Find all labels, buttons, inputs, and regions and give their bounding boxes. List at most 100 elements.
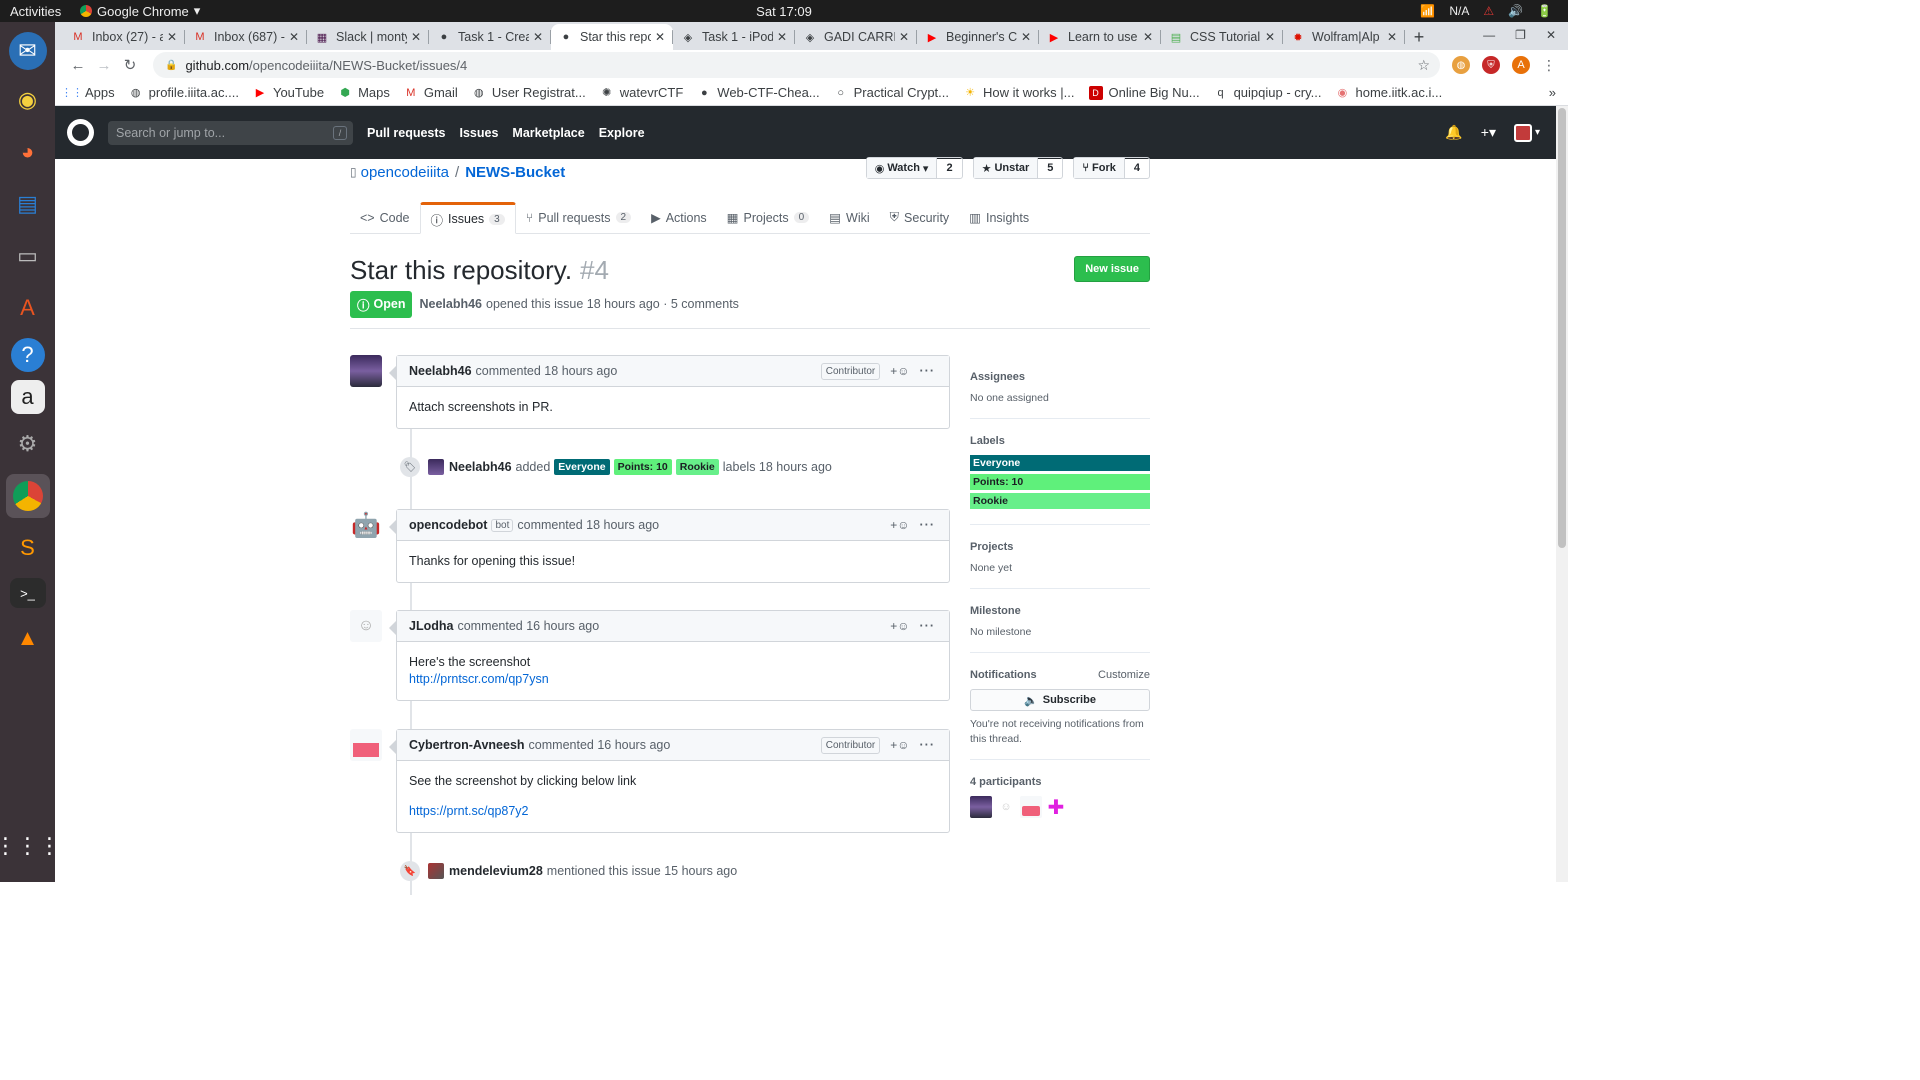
activities-button[interactable]: Activities bbox=[0, 4, 80, 19]
comment-author[interactable]: Neelabh46 bbox=[409, 364, 472, 378]
assignees-heading[interactable]: Assignees bbox=[970, 371, 1150, 383]
bookmark-apps[interactable]: ⋮⋮ Apps bbox=[61, 85, 115, 100]
github-logo-icon[interactable] bbox=[67, 119, 94, 146]
battery-icon[interactable]: 🔋 bbox=[1537, 4, 1552, 18]
projects-heading[interactable]: Projects bbox=[970, 541, 1150, 553]
more-options-icon[interactable]: ··· bbox=[920, 518, 936, 532]
profile-avatar[interactable]: A bbox=[1512, 56, 1530, 74]
tab-actions[interactable]: ▶ Actions bbox=[641, 202, 717, 233]
bookmark-watevrctf[interactable]: ✺ watevrCTF bbox=[600, 85, 683, 100]
writer-icon[interactable]: ▤ bbox=[6, 182, 50, 226]
chrome-icon[interactable] bbox=[5, 474, 50, 518]
tab-insights[interactable]: ▥ Insights bbox=[959, 202, 1039, 233]
user-menu[interactable]: ▾ bbox=[1513, 123, 1540, 142]
close-icon[interactable]: ✕ bbox=[167, 30, 177, 44]
screenshot-link[interactable]: https://prnt.sc/qp87y2 bbox=[409, 804, 529, 818]
tab-youtube-learn[interactable]: ▶ Learn to use ✕ bbox=[1039, 24, 1161, 50]
amazon-icon[interactable]: a bbox=[10, 380, 45, 414]
comment-time[interactable]: commented 16 hours ago bbox=[457, 619, 599, 633]
search-input[interactable]: Search or jump to... / bbox=[108, 120, 353, 145]
software-icon[interactable]: A bbox=[6, 286, 50, 330]
tab-security[interactable]: ⛨ Security bbox=[880, 202, 960, 233]
nav-issues[interactable]: Issues bbox=[460, 126, 499, 140]
avatar[interactable]: ✚ bbox=[1045, 796, 1067, 819]
forward-icon[interactable]: → bbox=[91, 57, 117, 74]
label-points-10[interactable]: Points: 10 bbox=[970, 474, 1150, 490]
more-options-icon[interactable]: ··· bbox=[920, 364, 936, 378]
tab-task-1[interactable]: ● Task 1 - Crea ✕ bbox=[429, 24, 551, 50]
subscribe-button[interactable]: 🔈 Subscribe bbox=[970, 689, 1150, 711]
close-icon[interactable]: ✕ bbox=[777, 30, 787, 44]
tab-youtube-beginners[interactable]: ▶ Beginner's C ✕ bbox=[917, 24, 1039, 50]
avatar[interactable] bbox=[970, 796, 992, 818]
help-icon[interactable]: ? bbox=[10, 338, 45, 372]
fork-button[interactable]: ⑂ Fork bbox=[1074, 158, 1125, 178]
lock-icon[interactable]: 🔒 bbox=[165, 60, 177, 71]
label-points-10[interactable]: Points: 10 bbox=[613, 459, 672, 475]
avatar[interactable]: ☺ bbox=[350, 610, 382, 642]
minimize-icon[interactable]: ― bbox=[1483, 28, 1495, 42]
shield-extension-icon[interactable]: ⛨ bbox=[1482, 56, 1500, 74]
milestone-heading[interactable]: Milestone bbox=[970, 605, 1150, 617]
avatar[interactable] bbox=[350, 729, 382, 761]
volume-icon[interactable]: 🔊 bbox=[1508, 4, 1523, 18]
more-options-icon[interactable]: ··· bbox=[920, 619, 936, 633]
tab-gadi[interactable]: ◈ GADI CARRR ✕ bbox=[795, 24, 917, 50]
show-applications-icon[interactable]: ⋮⋮⋮ bbox=[0, 824, 61, 868]
rhythmbox-icon[interactable]: ◉ bbox=[6, 78, 50, 122]
tab-pull-requests[interactable]: ⑂ Pull requests 2 bbox=[516, 202, 641, 233]
tab-task-ipod[interactable]: ◈ Task 1 - iPod ✕ bbox=[673, 24, 795, 50]
vlc-icon[interactable]: ▲ bbox=[6, 616, 50, 660]
event-actor[interactable]: Neelabh46 bbox=[449, 460, 512, 474]
customize-link[interactable]: Customize bbox=[1098, 669, 1150, 681]
add-reaction-icon[interactable]: +☺ bbox=[890, 518, 909, 532]
files-icon[interactable]: ▭ bbox=[6, 234, 50, 278]
new-issue-button[interactable]: New issue bbox=[1074, 256, 1150, 282]
more-options-icon[interactable]: ··· bbox=[920, 738, 936, 752]
labels-heading[interactable]: Labels bbox=[970, 435, 1150, 447]
tab-wolfram[interactable]: ✹ Wolfram|Alp ✕ bbox=[1283, 24, 1405, 50]
star-count[interactable]: 5 bbox=[1038, 158, 1062, 178]
system-tray[interactable]: 📶 N/A ⚠ 🔊 🔋 bbox=[1420, 4, 1552, 18]
bookmark-iitk[interactable]: ◉ home.iitk.ac.i... bbox=[1335, 85, 1443, 100]
label-everyone[interactable]: Everyone bbox=[554, 459, 610, 475]
address-bar[interactable]: 🔒 github.com/opencodeiiita/NEWS-Bucket/i… bbox=[153, 52, 1440, 78]
repo-owner-link[interactable]: opencodeiiita bbox=[361, 164, 449, 181]
comment-time[interactable]: commented 18 hours ago bbox=[517, 518, 659, 532]
back-icon[interactable]: ← bbox=[65, 57, 91, 74]
tab-projects[interactable]: ▦ Projects 0 bbox=[717, 202, 820, 233]
tab-css-tutorial[interactable]: ▤ CSS Tutorial ✕ bbox=[1161, 24, 1283, 50]
settings-icon[interactable]: ⚙ bbox=[6, 422, 50, 466]
new-tab-button[interactable]: + bbox=[1405, 24, 1433, 50]
screenshot-link[interactable]: http://prntscr.com/qp7ysn bbox=[409, 672, 549, 686]
label-rookie[interactable]: Rookie bbox=[970, 493, 1150, 509]
event-actor[interactable]: mendelevium28 bbox=[449, 864, 543, 878]
avatar[interactable]: ☺ bbox=[995, 796, 1017, 818]
wifi-icon[interactable]: 📶 bbox=[1420, 4, 1435, 18]
maximize-icon[interactable]: ❐ bbox=[1515, 28, 1526, 42]
bell-icon[interactable]: 🔔 bbox=[1445, 124, 1462, 141]
nav-marketplace[interactable]: Marketplace bbox=[512, 126, 584, 140]
clock[interactable]: Sat 17:09 bbox=[756, 4, 812, 19]
bookmark-online-big-num[interactable]: D Online Big Nu... bbox=[1088, 85, 1200, 100]
unstar-button[interactable]: ★ Unstar bbox=[973, 158, 1039, 178]
sublime-icon[interactable]: S bbox=[6, 526, 50, 570]
avatar[interactable] bbox=[350, 355, 382, 387]
label-rookie[interactable]: Rookie bbox=[675, 459, 719, 475]
close-icon[interactable]: ✕ bbox=[655, 30, 665, 44]
nav-pull-requests[interactable]: Pull requests bbox=[367, 126, 446, 140]
plus-icon[interactable]: +▾ bbox=[1481, 124, 1496, 141]
bookmark-quipqiup[interactable]: q quipqiup - cry... bbox=[1214, 85, 1322, 100]
bookmark-star-icon[interactable]: ☆ bbox=[1417, 57, 1430, 74]
watch-button[interactable]: ◉ Watch ▾ bbox=[866, 158, 938, 178]
avatar[interactable] bbox=[1020, 796, 1042, 818]
tab-code[interactable]: <> Code bbox=[350, 202, 420, 233]
tab-wiki[interactable]: ▤ Wiki bbox=[819, 202, 879, 233]
comment-author[interactable]: JLodha bbox=[409, 619, 453, 633]
label-everyone[interactable]: Everyone bbox=[970, 455, 1150, 471]
nav-explore[interactable]: Explore bbox=[599, 126, 645, 140]
reload-icon[interactable]: ↻ bbox=[117, 56, 143, 74]
close-icon[interactable]: ✕ bbox=[1143, 30, 1153, 44]
close-icon[interactable]: ✕ bbox=[1387, 30, 1397, 44]
bookmark-web-ctf[interactable]: ● Web-CTF-Chea... bbox=[697, 85, 820, 100]
